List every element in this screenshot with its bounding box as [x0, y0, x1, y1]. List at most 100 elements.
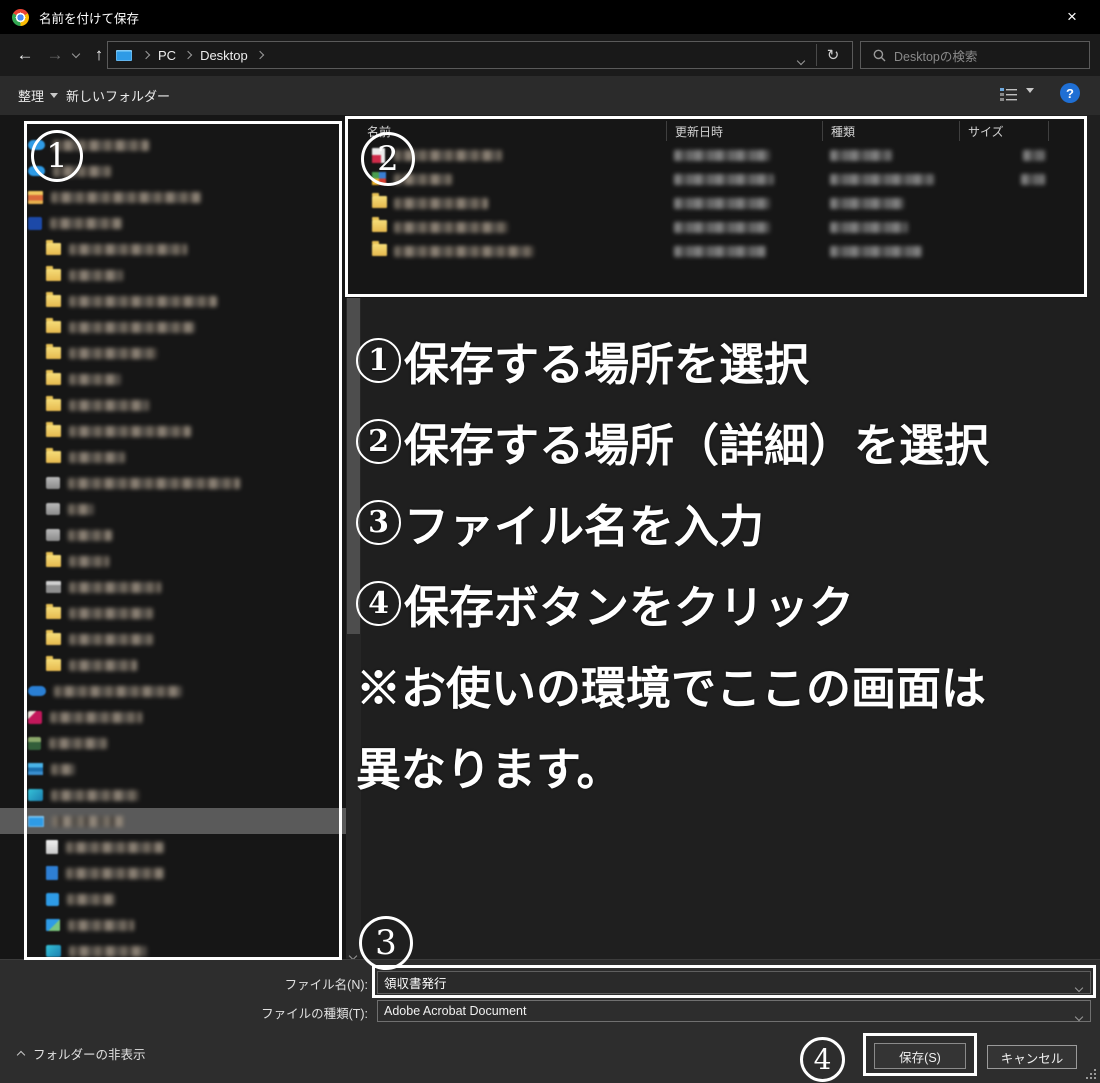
column-divider[interactable] [822, 121, 823, 141]
column-header-date[interactable]: 更新日時 [668, 120, 824, 142]
organize-button[interactable]: 整理 [18, 76, 58, 115]
filetype-select[interactable]: Adobe Acrobat Document [377, 1000, 1091, 1022]
folder-tree [0, 115, 346, 959]
tree-item-selected[interactable] [0, 808, 346, 834]
tree-item[interactable] [0, 860, 346, 886]
tree-item[interactable] [0, 132, 346, 158]
tree-item[interactable] [0, 314, 346, 340]
column-header-name[interactable]: 名前 [360, 120, 666, 142]
pink-app-icon [28, 711, 42, 724]
chrome-icon [12, 9, 29, 26]
tree-item[interactable] [0, 912, 346, 938]
view-dropdown[interactable] [1026, 93, 1034, 111]
tree-item[interactable] [0, 678, 346, 704]
filename-label: ファイル名(N): [0, 974, 368, 993]
address-dropdown[interactable] [798, 51, 804, 69]
tree-item[interactable] [0, 184, 346, 210]
tree-item[interactable] [0, 626, 346, 652]
filename-input[interactable]: 領収書発行 [377, 971, 1091, 994]
organize-label: 整理 [18, 86, 44, 105]
redacted-label [54, 686, 182, 697]
circled-number-icon: 2 [356, 419, 401, 464]
chevron-up-icon [17, 1051, 25, 1059]
redacted-text [394, 222, 508, 233]
tree-item[interactable] [0, 756, 346, 782]
desktop-icon [116, 50, 132, 61]
tree-item[interactable] [0, 366, 346, 392]
cc-folder-icon [28, 191, 43, 204]
file-row[interactable] [346, 242, 1087, 262]
forward-button[interactable]: → [42, 34, 68, 76]
details-view-button[interactable] [1000, 87, 1017, 107]
folder-icon [46, 399, 61, 411]
folder-icon [372, 244, 387, 256]
tree-item[interactable] [0, 340, 346, 366]
gray-stack-icon [46, 581, 61, 593]
save-button[interactable]: 保存(S) [874, 1043, 966, 1069]
divider [816, 44, 817, 66]
tree-item[interactable] [0, 652, 346, 678]
tree-item[interactable] [0, 288, 346, 314]
redacted-label [69, 608, 153, 619]
tree-item[interactable] [0, 158, 346, 184]
redacted-label [68, 920, 134, 931]
tree-item[interactable] [0, 834, 346, 860]
new-folder-button[interactable]: 新しいフォルダー [66, 76, 170, 115]
column-divider[interactable] [959, 121, 960, 141]
tree-item[interactable] [0, 600, 346, 626]
folder-icon [46, 425, 61, 437]
redacted-label [53, 140, 149, 151]
folder-icon [372, 220, 387, 232]
cancel-button[interactable]: キャンセル [987, 1045, 1077, 1069]
instruction-line: 1保存する場所を選択 [356, 320, 989, 401]
tree-item[interactable] [0, 236, 346, 262]
column-divider[interactable] [1048, 121, 1049, 141]
tree-item[interactable] [0, 730, 346, 756]
search-input[interactable]: Desktopの検索 [860, 41, 1090, 69]
recent-locations-dropdown[interactable] [68, 34, 84, 76]
window-title: 名前を付けて保存 [39, 8, 139, 27]
redacted-label [53, 166, 111, 177]
tree-item[interactable] [0, 886, 346, 912]
tree-item[interactable] [0, 574, 346, 600]
column-header-type[interactable]: 種類 [824, 120, 961, 142]
redacted-label [69, 946, 147, 957]
breadcrumb[interactable]: PC Desktop ↻ [107, 41, 853, 69]
help-button[interactable]: ? [1060, 83, 1080, 103]
refresh-button[interactable]: ↻ [818, 42, 848, 68]
tree-item[interactable] [0, 444, 346, 470]
new-folder-label: 新しいフォルダー [66, 86, 170, 105]
tree-item[interactable] [0, 262, 346, 288]
desktop-icon [28, 816, 44, 827]
column-header-size[interactable]: サイズ [961, 120, 1048, 142]
tree-item[interactable] [0, 418, 346, 444]
resize-grip-icon[interactable] [1094, 1077, 1096, 1079]
tree-item[interactable] [0, 704, 346, 730]
file-row[interactable] [346, 194, 1087, 214]
back-button[interactable]: ← [12, 34, 38, 76]
tree-item[interactable] [0, 496, 346, 522]
breadcrumb-item-pc[interactable]: PC [154, 48, 180, 63]
column-divider[interactable] [666, 121, 667, 141]
close-button[interactable]: × [1052, 0, 1092, 34]
tree-item[interactable] [0, 210, 346, 236]
tree-item[interactable] [0, 782, 346, 808]
filename-value: 領収書発行 [384, 973, 447, 992]
teal-app-icon [28, 789, 43, 801]
chevron-right-icon [256, 51, 264, 59]
redacted-text [394, 174, 452, 185]
tree-item[interactable] [0, 522, 346, 548]
breadcrumb-item-desktop[interactable]: Desktop [196, 48, 252, 63]
instruction-text: 保存ボタンをクリック [404, 571, 854, 636]
tree-item[interactable] [0, 470, 346, 496]
folder-icon [46, 555, 61, 567]
file-row[interactable] [346, 218, 1087, 238]
redacted-text [830, 198, 904, 209]
tree-item[interactable] [0, 548, 346, 574]
file-row[interactable] [346, 170, 1087, 190]
file-row[interactable] [346, 146, 1087, 166]
hide-folders-button[interactable]: フォルダーの非表示 [18, 1044, 146, 1063]
tree-item[interactable] [0, 938, 346, 959]
tree-item[interactable] [0, 392, 346, 418]
gray-pc-icon [46, 503, 60, 515]
